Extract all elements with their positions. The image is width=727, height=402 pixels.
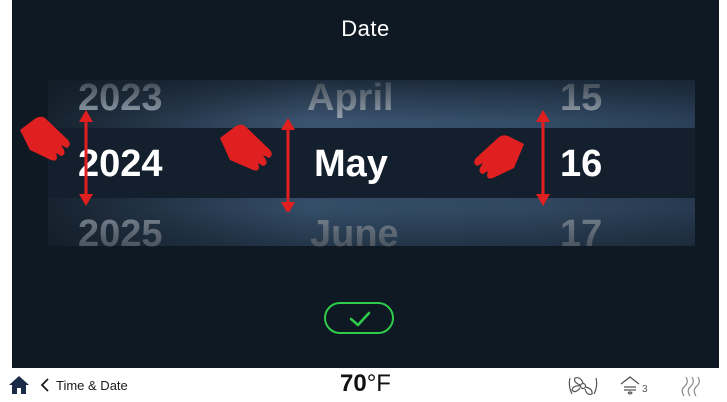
- temperature-unit: °F: [366, 370, 391, 397]
- checkmark-icon: [349, 311, 371, 327]
- back-button[interactable]: Time & Date: [40, 368, 128, 402]
- back-label: Time & Date: [56, 377, 128, 393]
- double-arrow-icon: [79, 110, 93, 206]
- pointing-hand-icon: [474, 135, 524, 179]
- heat-level-icon: [620, 376, 640, 395]
- double-arrow-icon: [536, 110, 550, 206]
- chevron-left-icon: [40, 378, 49, 392]
- pointing-hand-icon: [220, 124, 272, 171]
- year-next[interactable]: 2025: [78, 212, 163, 256]
- steam-icon: [681, 376, 700, 397]
- day-next[interactable]: 17: [560, 212, 602, 256]
- month-next[interactable]: June: [310, 212, 399, 256]
- confirm-button[interactable]: [324, 302, 394, 334]
- status-bar: Time & Date 70°F 3: [0, 368, 727, 402]
- home-button[interactable]: [8, 375, 30, 395]
- fan-icon: [568, 376, 598, 396]
- page-title: Date: [341, 16, 390, 41]
- pointing-hand-icon: [20, 116, 70, 161]
- heat-level-value: 3: [642, 384, 648, 395]
- date-screen: Date 2023 2024 2025 April May June 15 16…: [12, 0, 719, 368]
- annotation-overlay: [20, 110, 550, 212]
- temperature-readout: 70°F: [340, 370, 391, 398]
- double-arrow-icon: [281, 118, 295, 212]
- home-icon: [9, 376, 29, 394]
- temperature-value: 70: [340, 370, 367, 397]
